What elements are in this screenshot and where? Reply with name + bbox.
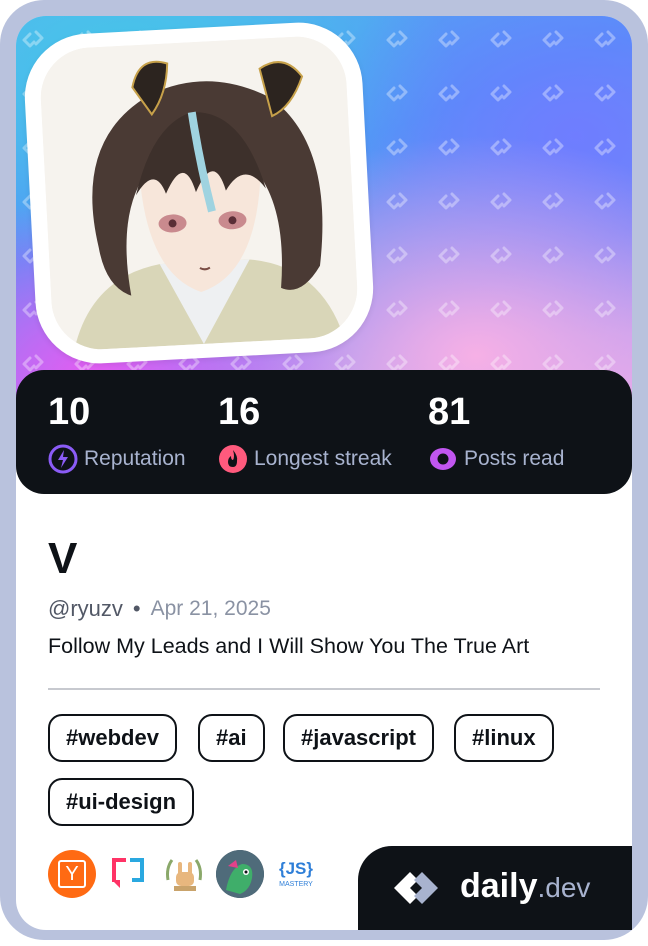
rock-hand-badge-icon[interactable] (160, 850, 208, 898)
joined-date: Apr 21, 2025 (150, 597, 271, 620)
stat-label: Longest streak (254, 447, 392, 470)
daily-dev-logo-icon (394, 872, 438, 904)
streak-flame-icon (219, 445, 247, 473)
brand-name: daily (460, 867, 538, 905)
stats-bar: 10 Reputation 16 Longest streak 81 Posts (16, 370, 632, 494)
brand-wordmark: daily.dev (460, 866, 590, 908)
profile-meta: @ryuzv • Apr 21, 2025 (48, 596, 271, 622)
profile-handle: @ryuzv (48, 596, 123, 621)
chat-bubble-badge-icon[interactable] (104, 850, 152, 898)
dino-avatar-badge-icon[interactable] (216, 850, 264, 898)
divider (48, 688, 600, 690)
js-mastery-logo-text: {JS} (278, 859, 314, 878)
stat-posts-read: 81 Posts read (428, 390, 564, 474)
js-mastery-badge-icon[interactable]: {JS} MASTERY (272, 850, 320, 898)
tag-javascript[interactable]: #javascript (283, 714, 434, 762)
stat-reputation: 10 Reputation (48, 390, 186, 474)
tag-webdev[interactable]: #webdev (48, 714, 177, 762)
y-combinator-letter: Y (65, 863, 79, 885)
cover-background (16, 16, 632, 416)
posts-read-icon (430, 448, 456, 470)
meta-separator: • (132, 596, 141, 621)
brand-footer[interactable]: daily.dev (358, 846, 632, 930)
profile-bio: Follow My Leads and I Will Show You The … (48, 634, 530, 658)
stat-value: 10 (48, 391, 91, 433)
tag-ai[interactable]: #ai (198, 714, 265, 762)
stat-label: Posts read (464, 447, 565, 470)
brand-suffix: .dev (537, 872, 591, 903)
tag-linux[interactable]: #linux (454, 714, 554, 762)
avatar-illustration (38, 34, 360, 352)
stat-value: 81 (428, 391, 471, 433)
y-combinator-badge-icon[interactable]: Y (48, 850, 96, 898)
avatar[interactable] (38, 34, 360, 352)
stat-value: 16 (218, 391, 261, 433)
reputation-bolt-icon (48, 444, 78, 474)
avatar-frame (21, 19, 377, 367)
profile-name: V (48, 534, 78, 583)
js-mastery-caption: MASTERY (279, 881, 313, 888)
stat-label: Reputation (84, 447, 186, 470)
stat-longest-streak: 16 Longest streak (218, 390, 392, 474)
tag-ui-design[interactable]: #ui-design (48, 778, 195, 826)
